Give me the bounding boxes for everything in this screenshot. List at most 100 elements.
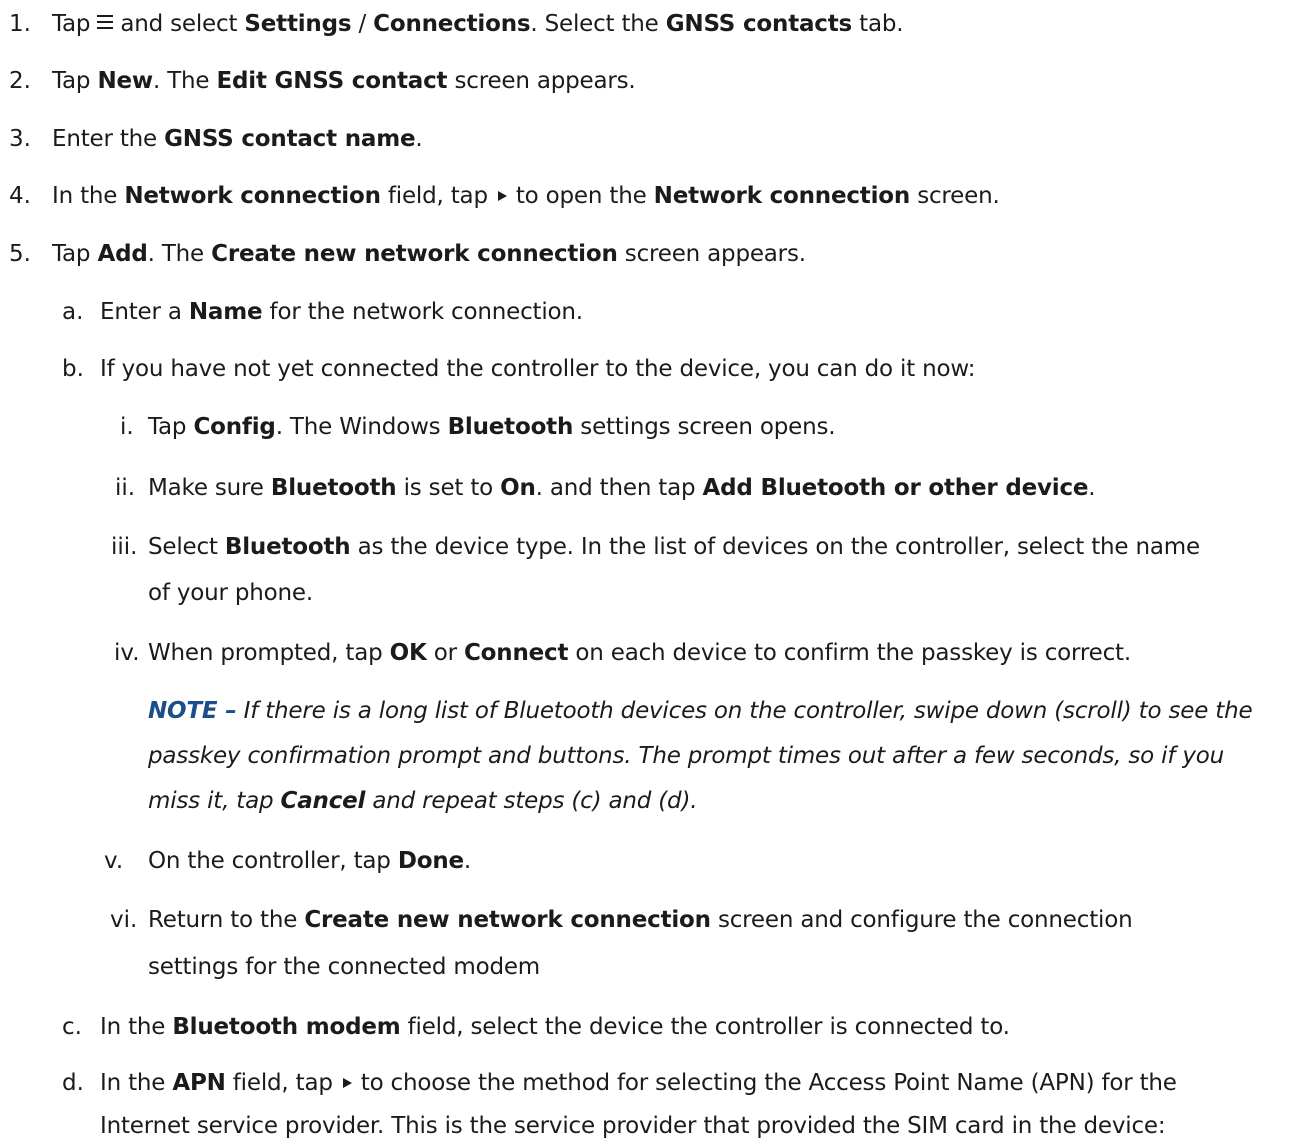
- add-bluetooth-device-label: Add Bluetooth or other device: [702, 475, 1089, 501]
- substep-a-text: for the network connection.: [269, 299, 584, 325]
- roman-ii-text: . and then tap: [535, 475, 696, 501]
- step-5: Tap Add. The Create new network connecti…: [52, 239, 806, 269]
- step-2: Tap New. The Edit GNSS contact screen ap…: [52, 66, 636, 96]
- step-4-text: In the: [52, 183, 118, 209]
- note-line-2: passkey confirmation prompt and buttons.…: [148, 743, 1225, 769]
- roman-vi-text: Return to the: [148, 907, 298, 933]
- roman-marker-vi: vi.: [110, 907, 138, 933]
- step-2-text: screen appears.: [454, 68, 636, 94]
- step-4-text: to open the: [515, 183, 647, 209]
- roman-step-i: Tap Config. The Windows Bluetooth settin…: [148, 412, 836, 442]
- connections-label: Connections: [373, 11, 531, 37]
- step-5-text: Tap: [52, 241, 91, 267]
- connect-label: Connect: [464, 640, 569, 666]
- step-4-text: screen.: [917, 183, 1000, 209]
- roman-marker-v: v.: [104, 848, 124, 874]
- substep-d-continued: Internet service provider. This is the s…: [100, 1113, 1166, 1139]
- note-text: If there is a long list of Bluetooth dev…: [243, 698, 1253, 724]
- roman-vi-text: screen and configure the connection: [717, 907, 1133, 933]
- step-1-text: and select: [120, 11, 238, 37]
- create-new-network-connection-label: Create new network connection: [211, 241, 618, 267]
- step-marker-5: 5.: [9, 241, 31, 267]
- new-label: New: [97, 68, 153, 94]
- step-1-text: tab.: [859, 11, 904, 37]
- step-1: Tap and select Settings / Connections. Se…: [52, 9, 904, 39]
- roman-step-ii: Make sure Bluetooth is set to On. and th…: [148, 473, 1096, 503]
- create-new-network-connection-label: Create new network connection: [304, 907, 711, 933]
- step-1-text: Tap: [52, 11, 91, 37]
- roman-step-iv: When prompted, tap OK or Connect on each…: [148, 638, 1131, 668]
- roman-step-v: On the controller, tap Done.: [148, 846, 471, 876]
- play-arrow-icon: [342, 1078, 352, 1088]
- roman-marker-ii: ii.: [115, 475, 136, 501]
- step-marker-2: 2.: [9, 68, 31, 94]
- roman-i-text: settings screen opens.: [580, 414, 836, 440]
- config-label: Config: [193, 414, 276, 440]
- step-5-text: . The: [147, 241, 205, 267]
- substep-d: In the APN field, tap to choose the metho…: [100, 1068, 1177, 1098]
- roman-v-text: On the controller, tap: [148, 848, 391, 874]
- roman-v-text: .: [463, 848, 472, 874]
- roman-ii-text: Make sure: [148, 475, 264, 501]
- substep-d-text: field, tap: [232, 1070, 333, 1096]
- step-marker-1: 1.: [9, 11, 31, 37]
- substep-marker-c: c.: [62, 1014, 82, 1040]
- step-2-text: . The: [152, 68, 210, 94]
- gnss-contacts-label: GNSS contacts: [665, 11, 853, 37]
- roman-ii-text: .: [1088, 475, 1096, 501]
- network-connection-label: Network connection: [124, 183, 381, 209]
- step-3-text: Enter the: [52, 126, 157, 152]
- step-5-text: screen appears.: [624, 241, 806, 267]
- roman-iv-text: When prompted, tap: [148, 640, 383, 666]
- substep-b: If you have not yet connected the contro…: [100, 356, 976, 382]
- substep-c: In the Bluetooth modem field, select the…: [100, 1012, 1010, 1042]
- roman-i-text: . The Windows: [275, 414, 441, 440]
- substep-c-text: field, select the device the controller …: [407, 1014, 1010, 1040]
- substep-d-text: to choose the method for selecting the A…: [360, 1070, 1177, 1096]
- name-label: Name: [188, 299, 263, 325]
- instruction-document: 1. Tap and select Settings / Connections.…: [0, 0, 1290, 1146]
- edit-gnss-contact-label: Edit GNSS contact: [216, 68, 448, 94]
- hamburger-menu-icon: [97, 15, 114, 29]
- add-label: Add: [97, 241, 148, 267]
- bluetooth-label: Bluetooth: [224, 534, 351, 560]
- step-3: Enter the GNSS contact name.: [52, 124, 423, 154]
- substep-marker-b: b.: [62, 356, 84, 382]
- roman-step-vi-continued: settings for the connected modem: [148, 954, 541, 980]
- roman-step-vi: Return to the Create new network connect…: [148, 905, 1133, 935]
- substep-c-text: In the: [100, 1014, 166, 1040]
- network-connection-label: Network connection: [653, 183, 911, 209]
- step-marker-3: 3.: [9, 126, 31, 152]
- step-1-text: /: [358, 11, 367, 37]
- step-4: In the Network connection field, tap to o…: [52, 181, 1000, 211]
- substep-d-text: In the: [100, 1070, 166, 1096]
- roman-iv-text: on each device to confirm the passkey is…: [575, 640, 1131, 666]
- play-arrow-icon: [497, 191, 507, 201]
- roman-marker-i: i.: [120, 414, 134, 440]
- settings-label: Settings: [244, 11, 352, 37]
- step-4-text: field, tap: [387, 183, 488, 209]
- step-marker-4: 4.: [9, 183, 31, 209]
- roman-step-iii-continued: of your phone.: [148, 580, 313, 606]
- roman-iv-text: or: [433, 640, 457, 666]
- substep-a: Enter a Name for the network connection.: [100, 297, 583, 327]
- roman-i-text: Tap: [148, 414, 187, 440]
- apn-label: APN: [172, 1070, 226, 1096]
- note-line-1: NOTE – If there is a long list of Blueto…: [148, 696, 1253, 726]
- bluetooth-modem-label: Bluetooth modem: [172, 1014, 401, 1040]
- substep-marker-d: d.: [62, 1070, 84, 1096]
- note-text: miss it, tap: [148, 788, 274, 814]
- roman-ii-text: is set to: [403, 475, 494, 501]
- on-label: On: [500, 475, 536, 501]
- substep-a-text: Enter a: [100, 299, 182, 325]
- roman-marker-iv: iv.: [114, 640, 140, 666]
- roman-iii-text: Select: [148, 534, 218, 560]
- bluetooth-label: Bluetooth: [447, 414, 574, 440]
- step-2-text: Tap: [52, 68, 91, 94]
- note-label: NOTE –: [148, 698, 237, 724]
- step-3-text: .: [415, 126, 423, 152]
- done-label: Done: [397, 848, 464, 874]
- roman-step-iii: Select Bluetooth as the device type. In …: [148, 532, 1200, 562]
- step-1-text: . Select the: [530, 11, 659, 37]
- cancel-label: Cancel: [280, 788, 366, 814]
